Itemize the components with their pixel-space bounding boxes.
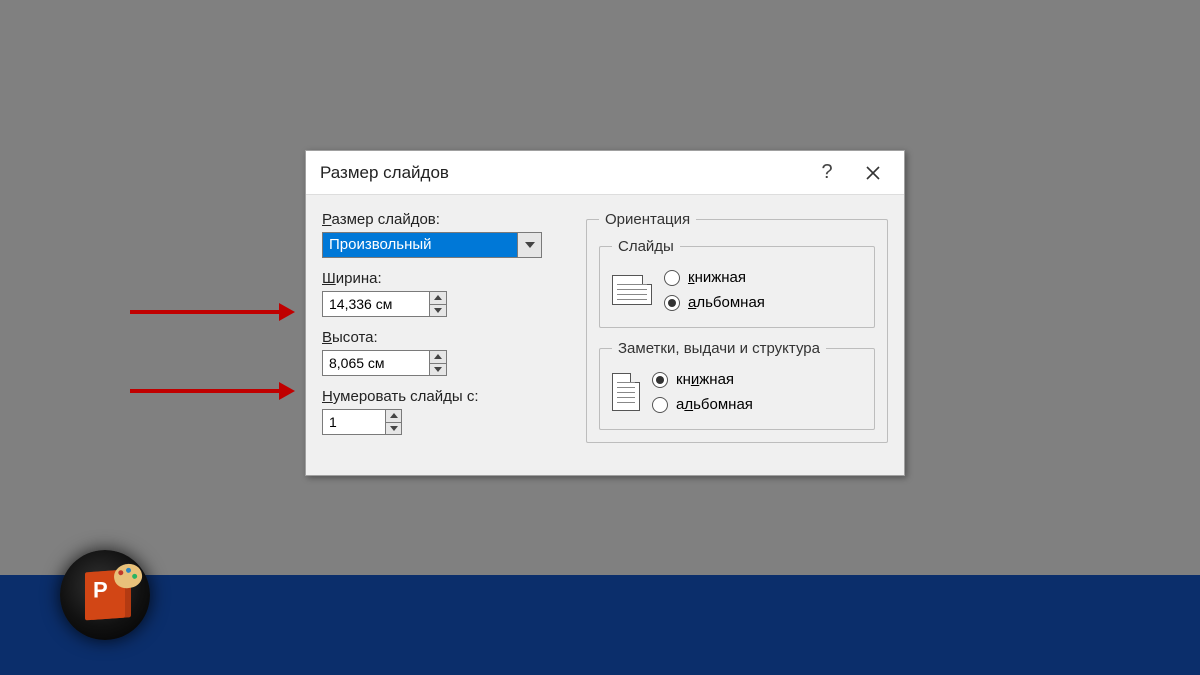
close-button[interactable] <box>850 151 896 195</box>
width-input[interactable] <box>323 292 429 316</box>
slides-orientation-group: Слайды книжная альбомная <box>599 238 875 328</box>
annotation-arrow-width <box>130 307 295 317</box>
notes-orientation-group: Заметки, выдачи и структура книжная альб… <box>599 340 875 430</box>
page-landscape-icon <box>612 275 652 305</box>
orientation-group: Ориентация Слайды книжная альбомная <box>586 211 888 443</box>
slide-size-label: Размер слайдов: <box>322 211 572 228</box>
dialog-title: Размер слайдов <box>320 163 804 183</box>
width-spinner[interactable] <box>322 291 447 317</box>
height-spinner[interactable] <box>322 350 447 376</box>
slides-portrait-radio[interactable]: книжная <box>664 269 765 286</box>
width-step-up[interactable] <box>430 292 446 305</box>
number-from-input[interactable] <box>323 410 385 434</box>
height-label: Высота: <box>322 329 572 346</box>
slides-legend: Слайды <box>612 238 680 255</box>
slide-size-combo[interactable]: Произвольный <box>322 232 542 258</box>
orientation-legend: Ориентация <box>599 211 696 228</box>
powerpoint-logo <box>60 550 150 640</box>
dialog-titlebar: Размер слайдов ? <box>306 151 904 195</box>
height-step-down[interactable] <box>430 364 446 376</box>
help-button[interactable]: ? <box>804 151 850 195</box>
width-step-down[interactable] <box>430 305 446 317</box>
width-label: Ширина: <box>322 270 572 287</box>
height-step-up[interactable] <box>430 351 446 364</box>
slides-landscape-radio[interactable]: альбомная <box>664 294 765 311</box>
annotation-arrow-height <box>130 386 295 396</box>
chevron-down-icon[interactable] <box>517 233 541 257</box>
number-step-down[interactable] <box>386 423 401 435</box>
page-portrait-icon <box>612 373 640 411</box>
slide-size-selected: Произвольный <box>323 233 517 257</box>
number-step-up[interactable] <box>386 410 401 423</box>
slide-size-dialog: Размер слайдов ? Размер слайдов: Произво… <box>305 150 905 476</box>
number-from-label: Нумеровать слайды с: <box>322 388 572 405</box>
notes-landscape-radio[interactable]: альбомная <box>652 396 753 413</box>
notes-legend: Заметки, выдачи и структура <box>612 340 826 357</box>
number-from-spinner[interactable] <box>322 409 402 435</box>
notes-portrait-radio[interactable]: книжная <box>652 371 753 388</box>
footer-band <box>0 575 1200 675</box>
height-input[interactable] <box>323 351 429 375</box>
